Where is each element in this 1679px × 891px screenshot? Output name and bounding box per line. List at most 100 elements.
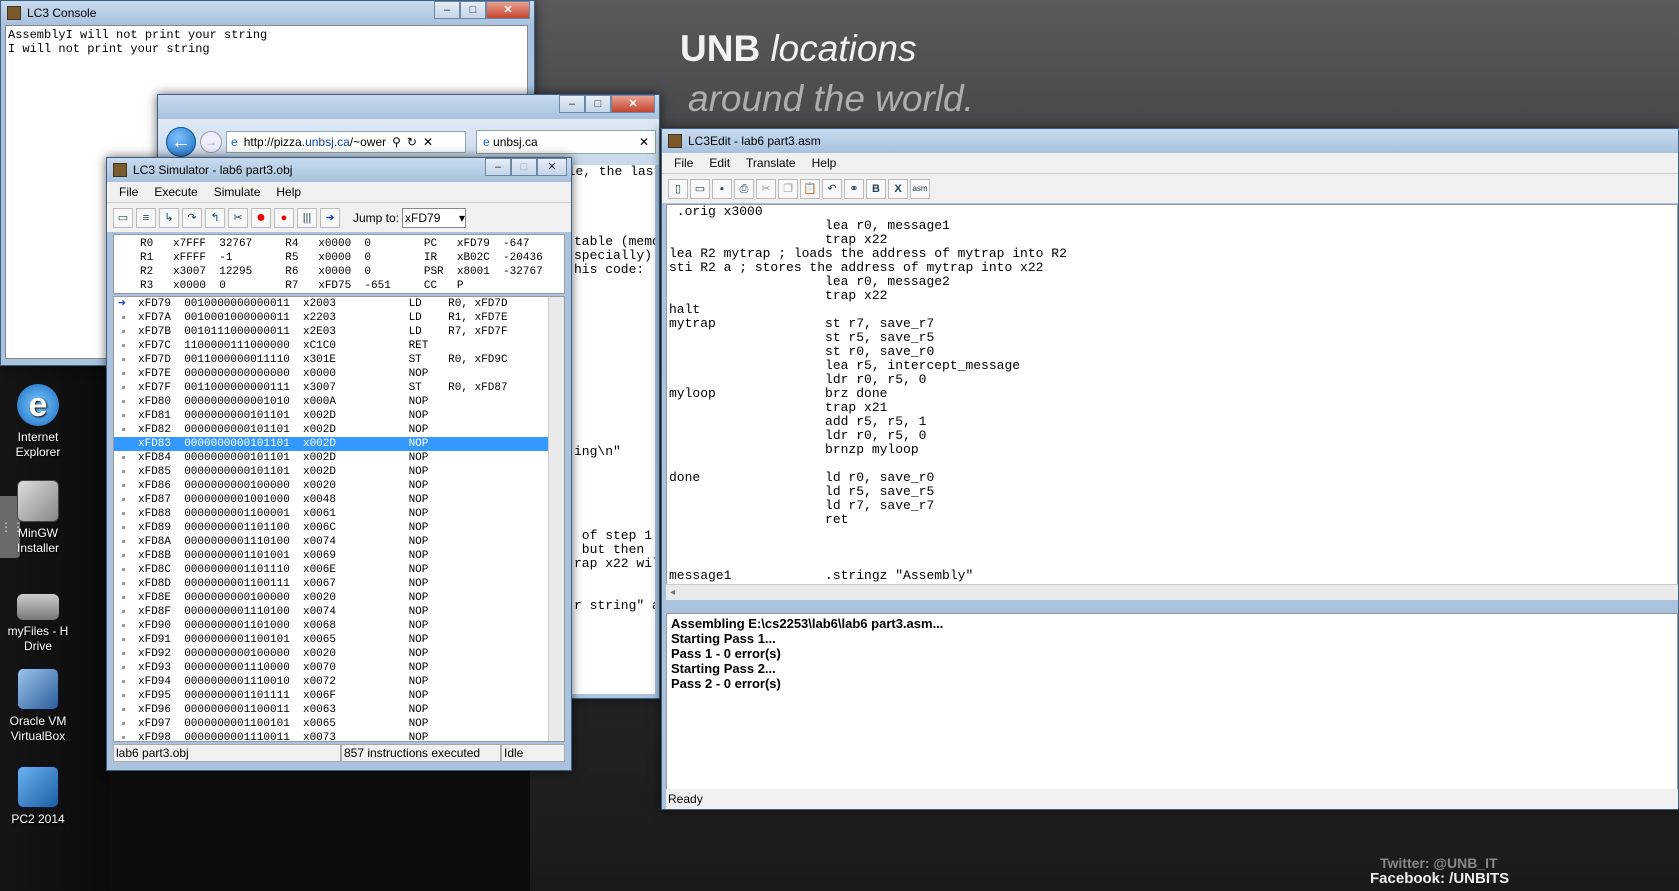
breakpoint-icon[interactable]: ● bbox=[274, 207, 294, 228]
desktop-icon-virtualbox[interactable]: Oracle VM VirtualBox bbox=[0, 668, 76, 744]
breakpoint-marker[interactable] bbox=[122, 400, 125, 403]
breakpoint-marker[interactable] bbox=[122, 554, 125, 557]
memory-row[interactable]: xFD8C 0000000001101110 x006E NOP bbox=[114, 563, 564, 577]
undo-icon[interactable]: ↶ bbox=[822, 178, 842, 199]
close-tab-icon[interactable]: ✕ bbox=[639, 135, 649, 149]
breakpoint-marker[interactable] bbox=[122, 540, 125, 543]
close-button[interactable]: ✕ bbox=[611, 95, 655, 113]
memory-row[interactable]: xFD8E 0000000000100000 x0020 NOP bbox=[114, 591, 564, 605]
memory-row[interactable]: xFD7B 0010111000000011 x2E03 LD R7, xFD7F bbox=[114, 325, 564, 339]
breakpoint-marker[interactable] bbox=[122, 512, 125, 515]
breakpoint-marker[interactable] bbox=[122, 386, 125, 389]
breakpoint-marker[interactable] bbox=[122, 610, 125, 613]
minimize-button[interactable]: – bbox=[485, 158, 511, 176]
horizontal-scrollbar[interactable]: ◂ bbox=[666, 584, 1678, 600]
memory-row[interactable]: xFD91 0000000001100101 x0065 NOP bbox=[114, 633, 564, 647]
memory-row[interactable]: xFD89 0000000001101100 x006C NOP bbox=[114, 521, 564, 535]
close-button[interactable]: ✕ bbox=[537, 158, 567, 176]
memory-row[interactable]: xFD83 0000000000101101 x002D NOP bbox=[114, 437, 564, 451]
memory-row[interactable]: xFD8D 0000000001100111 x0067 NOP bbox=[114, 577, 564, 591]
breakpoint-marker[interactable] bbox=[122, 526, 125, 529]
step-over-icon[interactable]: ↷ bbox=[182, 207, 202, 228]
breakpoint-marker[interactable] bbox=[122, 470, 125, 473]
breakpoint-marker[interactable] bbox=[122, 722, 125, 725]
maximize-button[interactable]: □ bbox=[460, 1, 486, 19]
menu-file[interactable]: File bbox=[666, 156, 701, 170]
breakpoint-marker[interactable] bbox=[122, 414, 125, 417]
breakpoint-marker[interactable] bbox=[122, 330, 125, 333]
registers-icon[interactable]: ||| bbox=[297, 207, 317, 228]
desktop-icon-internet-explorer[interactable]: e Internet Explorer bbox=[0, 384, 76, 460]
menu-translate[interactable]: Translate bbox=[738, 156, 804, 170]
breakpoint-marker[interactable] bbox=[122, 344, 125, 347]
menu-help[interactable]: Help bbox=[804, 156, 845, 170]
save-icon[interactable]: ▪ bbox=[712, 178, 732, 199]
memory-row[interactable]: xFD92 0000000000100000 x0020 NOP bbox=[114, 647, 564, 661]
memory-row[interactable]: xFD82 0000000000101101 x002D NOP bbox=[114, 423, 564, 437]
address-bar[interactable]: e http://pizza.unbsj.ca/~ower ⚲ ↻ ✕ bbox=[226, 131, 466, 153]
find-icon[interactable]: ⚭ bbox=[844, 178, 864, 199]
memory-row[interactable]: xFD84 0000000000101101 x002D NOP bbox=[114, 451, 564, 465]
breakpoint-marker[interactable] bbox=[122, 568, 125, 571]
maximize-button[interactable]: □ bbox=[511, 158, 537, 176]
vertical-scrollbar[interactable] bbox=[548, 297, 564, 741]
breakpoint-marker[interactable] bbox=[122, 624, 125, 627]
stop-icon[interactable]: ● bbox=[251, 207, 271, 228]
memory-row[interactable]: xFD80 0000000000001010 x000A NOP bbox=[114, 395, 564, 409]
console-titlebar[interactable]: LC3 Console – □ ✕ bbox=[1, 1, 534, 25]
breakpoint-marker[interactable] bbox=[122, 456, 125, 459]
memory-row[interactable]: xFD7E 0000000000000000 x0000 NOP bbox=[114, 367, 564, 381]
memory-row[interactable]: xFD90 0000000001101000 x0068 NOP bbox=[114, 619, 564, 633]
open-folder-icon[interactable]: ▭ bbox=[690, 178, 710, 199]
memory-row[interactable]: xFD8F 0000000001110100 x0074 NOP bbox=[114, 605, 564, 619]
editor-titlebar[interactable]: LC3Edit - lab6 part3.asm bbox=[662, 129, 1678, 153]
memory-row[interactable]: xFD85 0000000000101101 x002D NOP bbox=[114, 465, 564, 479]
breakpoint-marker[interactable] bbox=[122, 596, 125, 599]
memory-row[interactable]: xFD97 0000000001100101 x0065 NOP bbox=[114, 717, 564, 731]
memory-list[interactable]: ➜ xFD79 0010000000000011 x2003 LD R0, xFD7D xF… bbox=[113, 296, 565, 742]
breakpoint-marker[interactable] bbox=[122, 372, 125, 375]
clear-breakpoints-icon[interactable]: ✂ bbox=[228, 207, 248, 228]
memory-row[interactable]: xFD8B 0000000001101001 x0069 NOP bbox=[114, 549, 564, 563]
refresh-icon[interactable]: ↻ bbox=[407, 135, 417, 149]
memory-row[interactable]: xFD95 0000000001101111 x006F NOP bbox=[114, 689, 564, 703]
desktop-icon-mingw[interactable]: MinGW Installer bbox=[0, 480, 76, 556]
memory-row[interactable]: xFD7C 1100000111000000 xC1C0 RET bbox=[114, 339, 564, 353]
breakpoint-marker[interactable] bbox=[122, 666, 125, 669]
minimize-button[interactable]: – bbox=[559, 95, 585, 113]
step-icon[interactable]: ≡ bbox=[136, 207, 156, 228]
open-folder-icon[interactable]: ▭ bbox=[113, 207, 133, 228]
breakpoint-marker[interactable] bbox=[122, 316, 125, 319]
memory-row[interactable]: xFD94 0000000001110010 x0072 NOP bbox=[114, 675, 564, 689]
memory-row[interactable]: xFD81 0000000000101101 x002D NOP bbox=[114, 409, 564, 423]
hex-icon[interactable]: X bbox=[888, 178, 908, 199]
forward-arrow-icon[interactable]: → bbox=[200, 131, 222, 153]
breakpoint-marker[interactable] bbox=[122, 484, 125, 487]
menu-help[interactable]: Help bbox=[268, 185, 309, 199]
paste-icon[interactable]: 📋 bbox=[800, 178, 820, 199]
desktop-icon-pc2[interactable]: PC2 2014 bbox=[0, 766, 76, 827]
print-icon[interactable]: ⎙ bbox=[734, 178, 754, 199]
memory-row[interactable]: xFD7D 0011000000011110 x301E ST R0, xFD9C bbox=[114, 353, 564, 367]
breakpoint-marker[interactable] bbox=[122, 736, 125, 739]
memory-row[interactable]: xFD86 0000000000100000 x0020 NOP bbox=[114, 479, 564, 493]
build-icon[interactable]: B bbox=[866, 178, 886, 199]
browser-tab[interactable]: e unbsj.ca ✕ bbox=[476, 130, 656, 154]
step-into-icon[interactable]: ↳ bbox=[159, 207, 179, 228]
code-editor[interactable]: .orig x3000 lea r0, message1 trap x22 le… bbox=[666, 204, 1678, 600]
menu-simulate[interactable]: Simulate bbox=[206, 185, 269, 199]
goto-arrow-icon[interactable]: ➜ bbox=[320, 207, 340, 228]
breakpoint-marker[interactable] bbox=[122, 694, 125, 697]
memory-row[interactable]: xFD7A 0010001000000011 x2203 LD R1, xFD7E bbox=[114, 311, 564, 325]
copy-icon[interactable]: ❐ bbox=[778, 178, 798, 199]
simulator-titlebar[interactable]: LC3 Simulator - lab6 part3.obj – □ ✕ bbox=[107, 158, 571, 182]
memory-row[interactable]: xFD88 0000000001100001 x0061 NOP bbox=[114, 507, 564, 521]
breakpoint-marker[interactable] bbox=[122, 680, 125, 683]
stop-icon[interactable]: ✕ bbox=[423, 135, 433, 149]
breakpoint-marker[interactable] bbox=[122, 638, 125, 641]
memory-row[interactable]: xFD8A 0000000001110100 x0074 NOP bbox=[114, 535, 564, 549]
breakpoint-marker[interactable] bbox=[122, 652, 125, 655]
step-out-icon[interactable]: ↰ bbox=[205, 207, 225, 228]
menu-edit[interactable]: Edit bbox=[701, 156, 738, 170]
asm-icon[interactable]: asm bbox=[910, 178, 930, 199]
